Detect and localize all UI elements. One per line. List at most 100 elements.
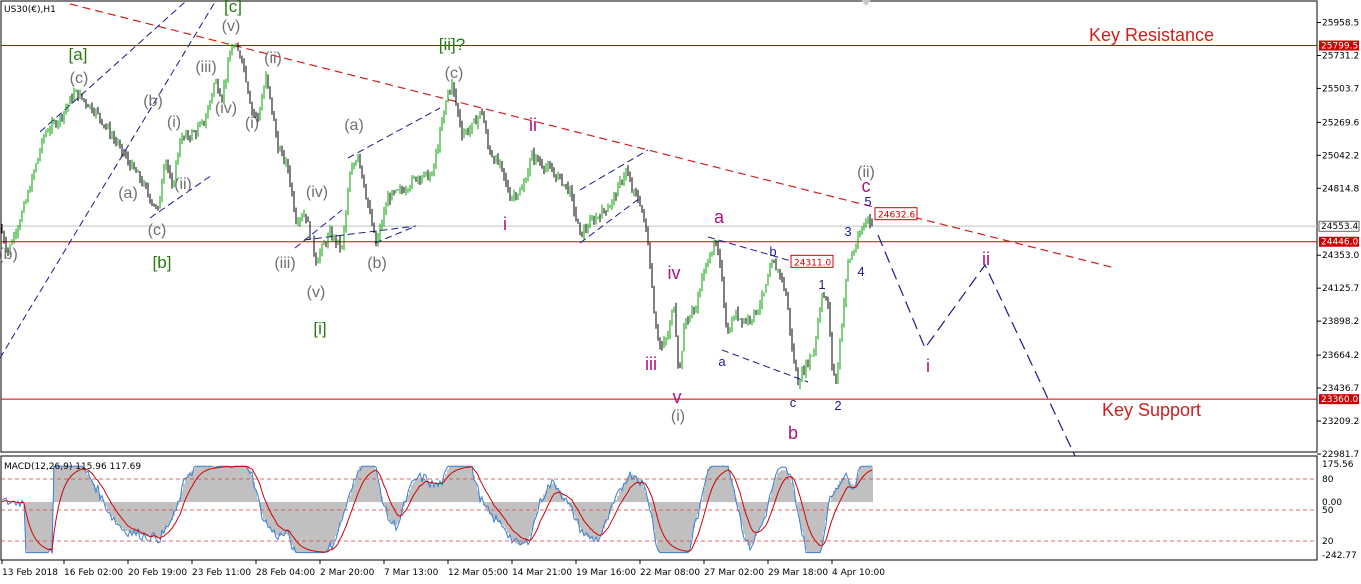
time-tick-label: 22 Mar 08:00 bbox=[640, 568, 700, 578]
wave-label-gray: (iv) bbox=[306, 184, 328, 201]
macd-bar bbox=[527, 502, 529, 541]
macd-bar bbox=[141, 502, 143, 535]
macd-bar bbox=[425, 479, 427, 503]
time-tick-label: 20 Feb 19:00 bbox=[128, 568, 187, 578]
time-tick-label: 12 Mar 05:00 bbox=[448, 568, 508, 578]
macd-bar bbox=[783, 470, 785, 503]
macd-bar bbox=[357, 471, 359, 503]
macd-bar bbox=[113, 502, 115, 519]
macd-bar bbox=[789, 476, 791, 503]
macd-bar bbox=[367, 466, 369, 503]
macd-bar bbox=[501, 502, 503, 525]
macd-tick-label: 80 bbox=[1322, 475, 1334, 485]
macd-bar bbox=[165, 502, 167, 530]
macd-bar bbox=[359, 466, 361, 503]
wave-label-gray: (ii) bbox=[174, 176, 192, 193]
macd-bar bbox=[123, 502, 125, 530]
macd-bar bbox=[333, 502, 335, 541]
macd-bar bbox=[759, 502, 761, 529]
wave-label-green: [ii]? bbox=[439, 35, 465, 54]
wave-label-gray: (a) bbox=[344, 117, 364, 134]
macd-bar bbox=[617, 495, 619, 503]
macd-bar bbox=[865, 466, 867, 503]
macd-bar bbox=[435, 485, 437, 503]
level-price-label: 25799.5 bbox=[1321, 42, 1358, 52]
macd-bar bbox=[599, 502, 601, 537]
wave-label-gray: (iii) bbox=[195, 59, 216, 76]
price-tick-label: 22981.7 bbox=[1322, 450, 1359, 460]
macd-bar bbox=[469, 466, 471, 503]
macd-bar bbox=[127, 502, 129, 532]
wave-label-gray: (c) bbox=[70, 70, 89, 87]
macd-bar bbox=[207, 466, 209, 503]
time-tick-label: 7 Mar 13:00 bbox=[384, 568, 439, 578]
time-tick-label: 23 Feb 11:00 bbox=[192, 568, 251, 578]
wave-label-magenta: c bbox=[862, 176, 871, 196]
macd-bar bbox=[227, 466, 229, 503]
key-support-label: Key Support bbox=[1102, 400, 1201, 420]
macd-bar bbox=[871, 466, 873, 503]
macd-bar bbox=[245, 466, 247, 503]
macd-bar bbox=[275, 502, 277, 535]
macd-bar bbox=[365, 466, 367, 503]
macd-bar bbox=[763, 502, 765, 519]
macd-bar bbox=[33, 502, 35, 553]
macd-bar bbox=[189, 472, 191, 503]
macd-bar bbox=[419, 477, 421, 503]
macd-bar bbox=[209, 466, 211, 503]
macd-bar bbox=[293, 502, 295, 552]
macd-bar bbox=[619, 490, 621, 503]
macd-bar bbox=[239, 466, 241, 503]
time-tick-label: 19 Mar 16:00 bbox=[576, 568, 636, 578]
macd-bar bbox=[277, 502, 279, 536]
macd-bar bbox=[353, 483, 355, 503]
macd-bar bbox=[751, 502, 753, 544]
price-tick-label: 23436.7 bbox=[1322, 384, 1359, 394]
wave-label-gray: (c) bbox=[148, 222, 167, 239]
wave-label-gray: (iv) bbox=[215, 100, 237, 117]
macd-bar bbox=[335, 502, 337, 537]
macd-bar bbox=[193, 469, 195, 503]
macd-bar bbox=[585, 502, 587, 536]
macd-tick-label: 50 bbox=[1322, 506, 1334, 516]
macd-bar bbox=[27, 502, 29, 553]
macd-bar bbox=[717, 466, 719, 503]
wave-label-magenta: iii bbox=[645, 354, 657, 374]
macd-bar bbox=[791, 482, 793, 503]
macd-bar bbox=[517, 502, 519, 545]
macd-bar bbox=[211, 467, 213, 503]
macd-bar bbox=[711, 466, 713, 503]
macd-bar bbox=[457, 466, 459, 503]
macd-bar bbox=[589, 502, 591, 538]
macd-bar bbox=[821, 502, 823, 546]
macd-bar bbox=[157, 502, 159, 539]
macd-bar bbox=[169, 502, 171, 523]
macd-bar bbox=[321, 502, 323, 553]
macd-bar bbox=[529, 502, 531, 537]
macd-bar bbox=[451, 466, 453, 503]
macd-bar bbox=[859, 466, 861, 503]
price-tick-label: 25503.7 bbox=[1322, 84, 1359, 94]
macd-bar bbox=[119, 502, 121, 526]
macd-bar bbox=[145, 502, 147, 537]
price-tick-label: 23209.2 bbox=[1322, 417, 1359, 427]
macd-bar bbox=[643, 487, 645, 503]
macd-bar bbox=[583, 502, 585, 534]
macd-bar bbox=[281, 502, 283, 536]
macd-bar bbox=[159, 502, 161, 538]
time-tick-label: 4 Apr 10:00 bbox=[832, 568, 885, 578]
wave-label-green: [i] bbox=[313, 319, 326, 338]
macd-bar bbox=[47, 502, 49, 553]
macd-bar bbox=[657, 502, 659, 551]
macd-bar bbox=[663, 502, 665, 553]
macd-bar bbox=[463, 466, 465, 503]
macd-bar bbox=[331, 502, 333, 545]
macd-bar bbox=[677, 502, 679, 553]
macd-bar bbox=[757, 502, 759, 533]
macd-bar bbox=[505, 502, 507, 530]
macd-bar bbox=[851, 483, 853, 503]
wave-label-magenta: i bbox=[503, 214, 507, 234]
wave-label-gray: (iii) bbox=[274, 255, 295, 272]
macd-bar bbox=[107, 502, 109, 510]
wave-label-gray: (i) bbox=[671, 408, 685, 425]
